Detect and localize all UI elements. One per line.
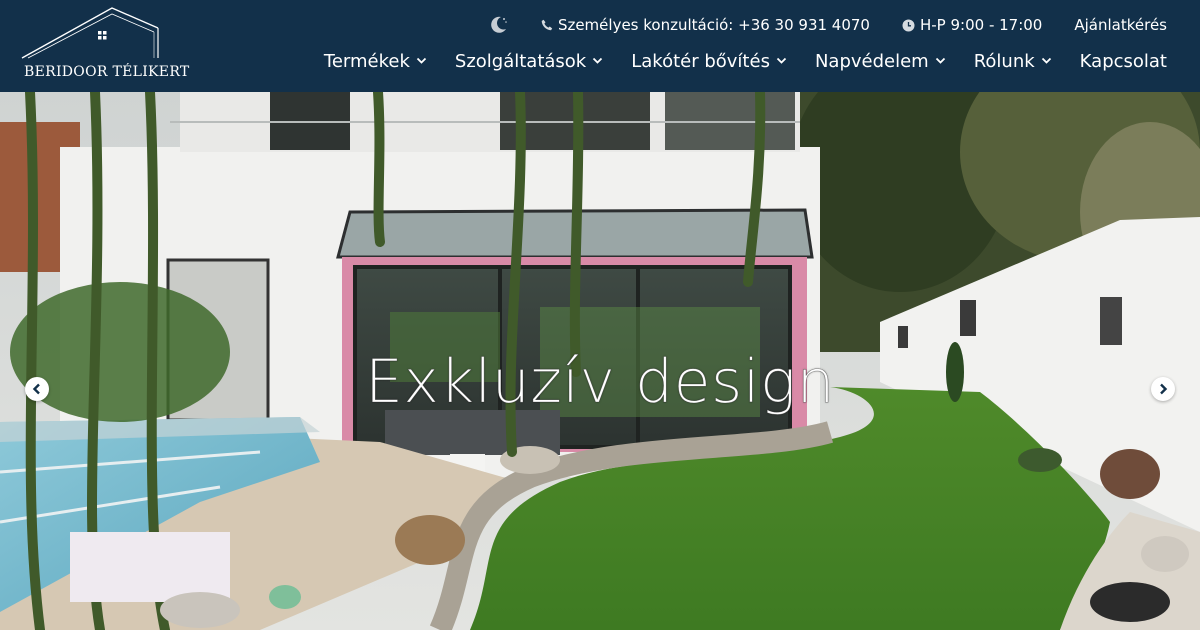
chevron-down-icon (416, 57, 427, 65)
nav-item-szolgaltatasok[interactable]: Szolgáltatások (455, 51, 603, 72)
slider-prev-button[interactable] (25, 377, 49, 401)
chevron-down-icon (776, 57, 787, 65)
house-logo-icon (21, 7, 159, 59)
nav-item-napvedelem[interactable]: Napvédelem (815, 51, 946, 72)
chevron-down-icon (935, 57, 946, 65)
brand-logo[interactable]: BERIDOOR TÉLIKERT (18, 6, 189, 86)
site-header: BERIDOOR TÉLIKERT Személyes konzultáció:… (0, 0, 1200, 92)
hours-text: H-P 9:00 - 17:00 (919, 16, 1043, 34)
clock-icon (902, 19, 915, 32)
chevron-right-icon (1160, 383, 1168, 395)
main-nav: Termékek Szolgáltatások Lakótér bővítés … (324, 48, 1167, 74)
chevron-down-icon (1041, 57, 1052, 65)
nav-item-label: Termékek (323, 50, 410, 72)
nav-item-termekek[interactable]: Termékek (324, 51, 427, 72)
nav-item-label: Kapcsolat (1079, 50, 1167, 72)
nav-item-lakoter-bovites[interactable]: Lakótér bővítés (631, 51, 787, 72)
phone-icon (541, 19, 553, 31)
nav-item-rolunk[interactable]: Rólunk (974, 51, 1052, 72)
phone-text: Személyes konzultáció: +36 30 931 4070 (557, 16, 870, 34)
nav-item-label: Napvédelem (814, 50, 929, 72)
theme-toggle[interactable] (487, 14, 509, 36)
slider-next-button[interactable] (1151, 377, 1175, 401)
nav-item-label: Lakótér bővítés (631, 50, 770, 72)
hero-title: Exkluzív design (364, 347, 836, 418)
top-info-bar: Személyes konzultáció: +36 30 931 4070 H… (487, 14, 1167, 36)
nav-item-kapcsolat[interactable]: Kapcsolat (1080, 51, 1167, 72)
brand-name: BERIDOOR TÉLIKERT (24, 64, 190, 80)
quote-request-link[interactable]: Ajánlatkérés (1074, 16, 1167, 34)
hero-slider: Exkluzív design (0, 92, 1200, 630)
opening-hours: H-P 9:00 - 17:00 (902, 16, 1042, 34)
nav-item-label: Rólunk (973, 50, 1035, 72)
chevron-down-icon (592, 57, 603, 65)
moon-icon (491, 16, 507, 33)
chevron-left-icon (32, 383, 40, 395)
nav-item-label: Szolgáltatások (454, 50, 587, 72)
phone-contact[interactable]: Személyes konzultáció: +36 30 931 4070 (541, 16, 870, 34)
